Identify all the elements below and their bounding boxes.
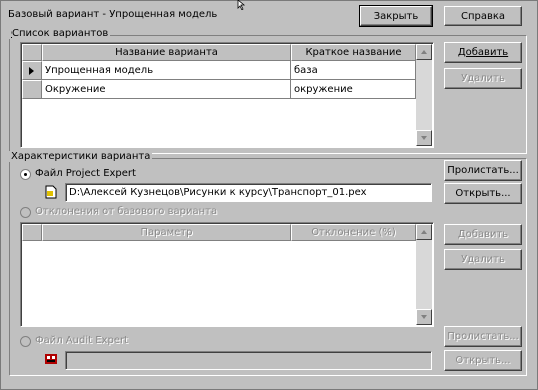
help-button[interactable]: Справка (444, 6, 522, 26)
column-header-short[interactable]: Краткое название (291, 44, 416, 61)
audit-open-button[interactable]: Открыть... (444, 350, 522, 371)
deviations-label: Отклонения от базового варианта (35, 206, 218, 217)
arrow-up-icon (421, 230, 427, 234)
column-header-name[interactable]: Название варианта (42, 44, 291, 61)
deviations-radio[interactable] (20, 207, 31, 218)
column-header-deviation[interactable]: Отклонение (%) (291, 224, 416, 241)
table-row-short[interactable]: окружение (291, 80, 416, 99)
open-button[interactable]: Открыть... (444, 183, 522, 204)
delete-deviation-button[interactable]: Удалить (444, 249, 522, 270)
row-selector[interactable] (22, 61, 42, 80)
row-pointer-icon (29, 66, 34, 75)
audit-browse-button[interactable]: Пролистать... (444, 326, 522, 347)
project-expert-label: Файл Project Expert (35, 168, 136, 179)
row-header-corner (22, 44, 42, 61)
add-deviation-button[interactable]: Добавить (444, 224, 522, 245)
audit-expert-label: Файл Audit Expert (35, 335, 128, 346)
table-row-short[interactable]: база (291, 61, 416, 80)
project-expert-path-field[interactable]: D:\Алексей Кузнецов\Рисунки к курсу\Тран… (65, 183, 432, 202)
row-selector[interactable] (22, 80, 42, 99)
add-variant-button[interactable]: Добавить (444, 42, 522, 63)
audit-expert-path-field[interactable] (65, 351, 432, 370)
project-expert-radio[interactable] (20, 169, 31, 180)
characteristics-group-label: Характеристики варианта (9, 151, 153, 162)
scroll-up-button[interactable] (416, 224, 432, 240)
table-row-name[interactable]: Окружение (42, 80, 291, 99)
arrow-down-icon (421, 315, 427, 319)
scroll-down-button[interactable] (416, 309, 432, 325)
audit-expert-icon (45, 354, 57, 364)
table-row-name[interactable]: Упрощенная модель (42, 61, 291, 80)
arrow-up-icon (421, 50, 427, 54)
dialog-title: Базовый вариант - Упрощенная модель (8, 9, 218, 20)
close-button[interactable]: Закрыть (359, 5, 433, 27)
variants-group-label: ССписок вариантов (9, 28, 111, 39)
mouse-cursor-icon (237, 0, 246, 10)
arrow-down-icon (421, 136, 427, 140)
audit-expert-radio[interactable] (20, 336, 31, 347)
scroll-up-button[interactable] (416, 44, 432, 60)
delete-variant-button[interactable]: Удалить (444, 68, 522, 89)
scroll-down-button[interactable] (416, 130, 432, 146)
column-header-parameter[interactable]: Параметр (42, 224, 291, 241)
browse-button[interactable]: Пролистать... (444, 160, 522, 181)
row-header-corner (22, 224, 42, 241)
file-icon (45, 185, 57, 199)
